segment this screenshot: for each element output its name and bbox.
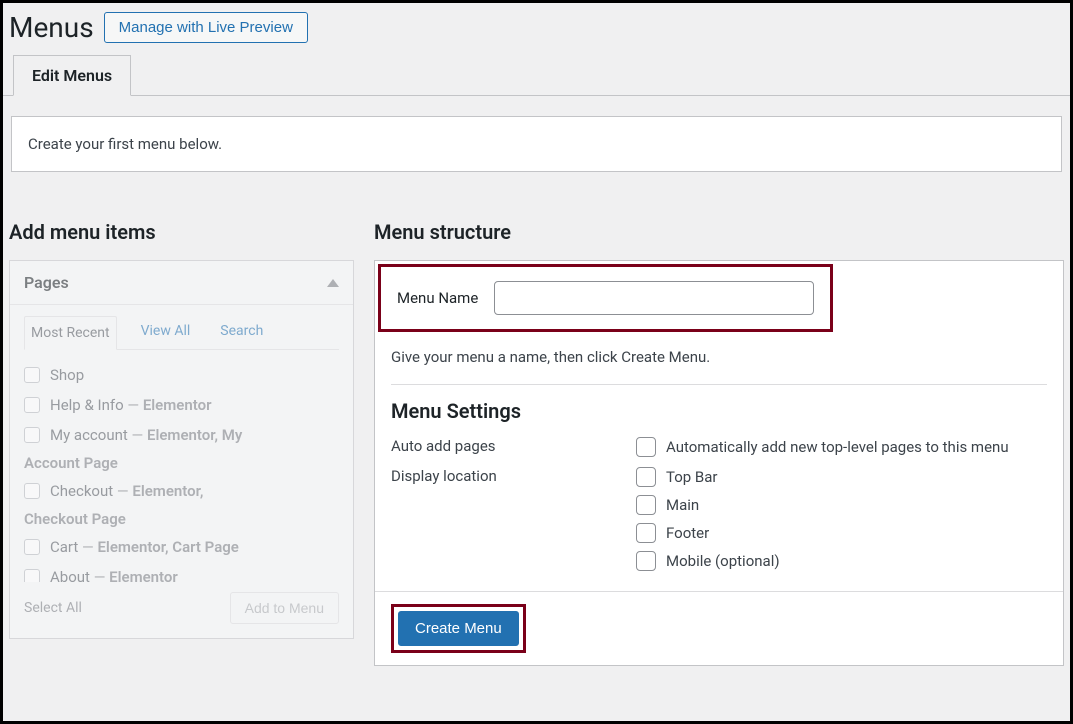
checkbox-icon[interactable] xyxy=(24,483,40,499)
list-item[interactable]: Checkout — Elementor, xyxy=(24,476,339,506)
list-item-label: My account xyxy=(50,426,128,444)
page-title: Menus xyxy=(9,11,94,44)
location-main-checkbox[interactable] xyxy=(636,495,656,515)
checkbox-icon[interactable] xyxy=(24,397,40,413)
list-item-meta: Elementor xyxy=(143,396,212,414)
auto-add-option-label: Automatically add new top-level pages to… xyxy=(666,438,1009,456)
pages-items-list[interactable]: Shop Help & Info — Elementor My account … xyxy=(24,352,339,582)
location-footer-checkbox[interactable] xyxy=(636,523,656,543)
subtab-search[interactable]: Search xyxy=(214,315,269,349)
menu-name-highlight: Menu Name xyxy=(378,264,833,332)
list-item[interactable]: About — Elementor xyxy=(24,562,339,582)
location-topbar-label: Top Bar xyxy=(666,468,718,486)
auto-add-checkbox[interactable] xyxy=(636,437,656,457)
select-all-link[interactable]: Select All xyxy=(24,600,82,616)
add-to-menu-button[interactable]: Add to Menu xyxy=(230,592,339,624)
list-item[interactable]: Shop xyxy=(24,360,339,390)
notice-create-first-menu: Create your first menu below. xyxy=(11,116,1062,172)
list-item-label: Cart xyxy=(50,538,78,556)
list-item-label: Shop xyxy=(50,366,84,384)
location-mobile-checkbox[interactable] xyxy=(636,551,656,571)
list-item-meta: Elementor, xyxy=(132,482,203,500)
list-item-wrap: Checkout Page xyxy=(24,506,339,532)
location-mobile-label: Mobile (optional) xyxy=(666,552,780,570)
pages-panel: Pages Most Recent View All Search Shop xyxy=(9,260,354,639)
checkbox-icon[interactable] xyxy=(24,427,40,443)
checkbox-icon[interactable] xyxy=(24,367,40,383)
menu-structure-panel: Menu Name Give your menu a name, then cl… xyxy=(374,260,1064,666)
menu-instruction-text: Give your menu a name, then click Create… xyxy=(391,348,1047,366)
add-menu-items-heading: Add menu items xyxy=(9,220,354,244)
list-item-label: About xyxy=(50,568,90,582)
display-location-label: Display location xyxy=(391,467,636,485)
auto-add-pages-label: Auto add pages xyxy=(391,437,636,455)
menu-structure-heading: Menu structure xyxy=(374,220,1064,244)
location-footer-label: Footer xyxy=(666,524,709,542)
list-item-label: Help & Info xyxy=(50,396,124,414)
list-item-meta: Elementor, Cart Page xyxy=(97,538,238,556)
list-item[interactable]: Cart — Elementor, Cart Page xyxy=(24,532,339,562)
manage-live-preview-button[interactable]: Manage with Live Preview xyxy=(104,12,308,43)
menu-name-label: Menu Name xyxy=(397,289,478,307)
location-topbar-checkbox[interactable] xyxy=(636,467,656,487)
pages-panel-title: Pages xyxy=(24,273,69,292)
pages-panel-header[interactable]: Pages xyxy=(10,261,353,305)
create-menu-highlight: Create Menu xyxy=(391,604,526,653)
create-menu-button[interactable]: Create Menu xyxy=(398,611,519,646)
list-item-meta: Elementor, My xyxy=(147,426,242,444)
list-item[interactable]: My account — Elementor, My xyxy=(24,420,339,450)
tab-edit-menus[interactable]: Edit Menus xyxy=(13,55,131,96)
checkbox-icon[interactable] xyxy=(24,569,40,582)
list-item-meta: Elementor xyxy=(109,568,178,582)
subtab-most-recent[interactable]: Most Recent xyxy=(24,316,117,350)
list-item-wrap: Account Page xyxy=(24,450,339,476)
menu-name-input[interactable] xyxy=(494,281,814,315)
location-main-label: Main xyxy=(666,496,699,514)
subtab-view-all[interactable]: View All xyxy=(135,315,197,349)
list-item-label: Checkout xyxy=(50,482,113,500)
chevron-up-icon xyxy=(327,279,339,287)
checkbox-icon[interactable] xyxy=(24,539,40,555)
list-item[interactable]: Help & Info — Elementor xyxy=(24,390,339,420)
menu-settings-heading: Menu Settings xyxy=(391,399,1047,423)
